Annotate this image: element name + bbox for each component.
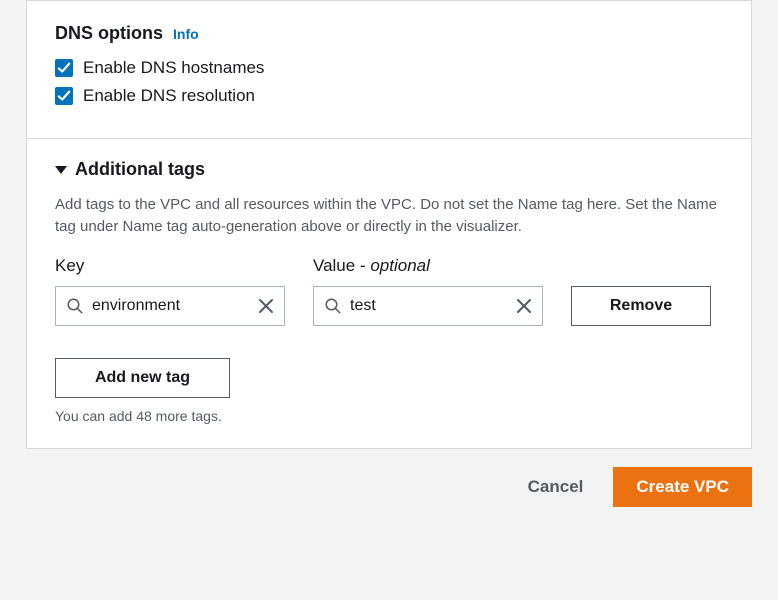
- additional-tags-toggle[interactable]: Additional tags: [55, 159, 723, 180]
- cancel-button[interactable]: Cancel: [518, 469, 594, 505]
- dns-resolution-checkbox[interactable]: [55, 87, 73, 105]
- add-new-tag-button[interactable]: Add new tag: [55, 358, 230, 398]
- dns-resolution-row: Enable DNS resolution: [55, 86, 723, 106]
- tag-key-input[interactable]: [92, 297, 248, 315]
- tags-description: Add tags to the VPC and all resources wi…: [55, 194, 723, 238]
- additional-tags-title: Additional tags: [75, 159, 205, 180]
- remove-tag-button[interactable]: Remove: [571, 286, 711, 326]
- tag-value-input[interactable]: [350, 297, 506, 315]
- dns-resolution-label: Enable DNS resolution: [83, 86, 255, 106]
- tag-value-input-wrap: [313, 286, 543, 326]
- dns-hostnames-checkbox[interactable]: [55, 59, 73, 77]
- tag-key-input-wrap: [55, 286, 285, 326]
- additional-tags-section: Additional tags Add tags to the VPC and …: [27, 139, 751, 448]
- tag-value-label: Value - optional: [313, 256, 543, 276]
- tag-value-column: Value - optional: [313, 256, 543, 326]
- tag-row: Key Value - optional Remove: [55, 256, 723, 326]
- dns-options-title: DNS options: [55, 23, 163, 44]
- check-icon: [57, 89, 71, 103]
- tag-remove-column: Remove: [571, 286, 711, 326]
- form-footer: Cancel Create VPC: [0, 449, 778, 525]
- settings-panel: DNS options Info Enable DNS hostnames En…: [26, 0, 752, 449]
- tags-remaining-hint: You can add 48 more tags.: [55, 408, 723, 424]
- clear-icon[interactable]: [258, 298, 274, 314]
- check-icon: [57, 61, 71, 75]
- dns-hostnames-label: Enable DNS hostnames: [83, 58, 264, 78]
- create-vpc-button[interactable]: Create VPC: [613, 467, 752, 507]
- dns-options-header: DNS options Info: [55, 23, 723, 44]
- info-link[interactable]: Info: [173, 26, 199, 42]
- caret-down-icon: [55, 166, 67, 174]
- clear-icon[interactable]: [516, 298, 532, 314]
- search-icon: [324, 297, 342, 315]
- tag-key-column: Key: [55, 256, 285, 326]
- tag-key-label: Key: [55, 256, 285, 276]
- dns-hostnames-row: Enable DNS hostnames: [55, 58, 723, 78]
- search-icon: [66, 297, 84, 315]
- dns-options-section: DNS options Info Enable DNS hostnames En…: [27, 1, 751, 138]
